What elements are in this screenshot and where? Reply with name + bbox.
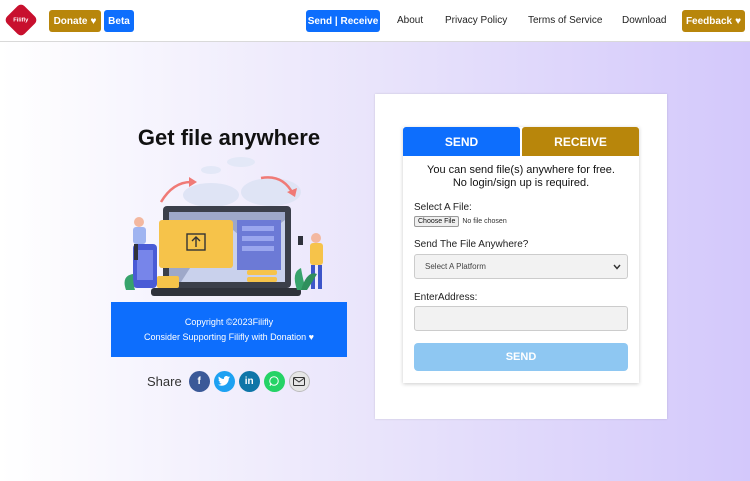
beta-button[interactable]: Beta (104, 10, 134, 32)
hero-title: Get file anywhere (137, 125, 321, 150)
choose-file-button[interactable]: Choose File (414, 216, 460, 227)
donation-link[interactable]: Consider Supporting Filifly with Donatio… (111, 332, 347, 342)
file-label: Select A File: (414, 202, 472, 213)
top-navbar: Filifly Donate ♥ Beta Send | Receive Abo… (0, 0, 750, 42)
nav-link-download[interactable]: Download (622, 15, 666, 26)
intro-text: You can send file(s) anywhere for free. … (403, 164, 639, 190)
tab-send-label: SEND (444, 134, 479, 149)
heart-icon: ♥ (90, 15, 97, 27)
send-receive-button[interactable]: Send | Receive (306, 10, 380, 32)
send-receive-label: Send | Receive (307, 15, 379, 27)
address-input[interactable] (414, 306, 628, 331)
intro-line-1: You can send file(s) anywhere for free. (427, 164, 615, 176)
nav-link-about[interactable]: About (397, 15, 423, 26)
platform-label: Send The File Anywhere? (414, 239, 529, 250)
donate-label: Donate (53, 15, 88, 27)
feedback-button[interactable]: Feedback ♥ (682, 10, 745, 32)
file-status: No file chosen (462, 218, 507, 225)
beta-label: Beta (108, 15, 130, 27)
share-row: Share f in (147, 370, 310, 392)
address-label: EnterAddress: (414, 292, 478, 303)
share-label: Share (147, 373, 182, 389)
intro-line-2: No login/sign up is required. (452, 177, 590, 189)
nav-link-privacy[interactable]: Privacy Policy (445, 15, 507, 26)
logo-text: Filifly (13, 17, 29, 23)
tab-receive-label: RECEIVE (554, 134, 607, 149)
chevron-down-icon (613, 264, 621, 270)
feedback-label: Feedback (685, 15, 733, 27)
twitter-icon[interactable] (213, 370, 235, 392)
tab-send[interactable]: SEND (403, 127, 520, 156)
heart-icon: ♥ (735, 15, 742, 27)
nav-link-terms[interactable]: Terms of Service (528, 15, 602, 26)
email-icon[interactable] (288, 370, 310, 392)
platform-select-value: Select A Platform (425, 262, 486, 271)
linkedin-icon[interactable]: in (238, 370, 260, 392)
copyright-box: Copyright ©2023Filifly Consider Supporti… (111, 302, 347, 357)
donate-button[interactable]: Donate ♥ (49, 10, 101, 32)
file-sharing-illustration (124, 157, 323, 296)
send-button[interactable]: SEND (414, 343, 628, 371)
tab-receive[interactable]: RECEIVE (522, 127, 639, 156)
platform-select[interactable]: Select A Platform (414, 254, 628, 279)
send-button-label: SEND (505, 351, 537, 363)
filifly-logo[interactable]: Filifly (3, 2, 39, 38)
whatsapp-icon[interactable] (263, 370, 285, 392)
file-input[interactable]: Choose File No file chosen (414, 216, 507, 227)
copyright-text: Copyright ©2023Filifly (184, 317, 274, 327)
facebook-icon[interactable]: f (188, 370, 210, 392)
